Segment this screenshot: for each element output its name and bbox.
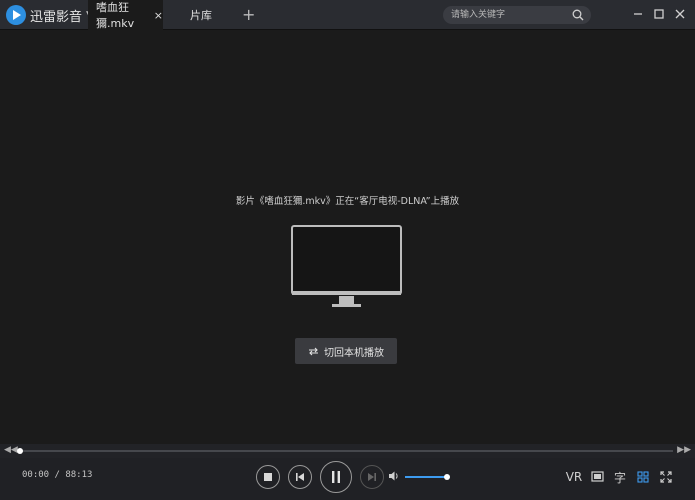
tab-current-video[interactable]: 嗜血狂獮.mkv × — [88, 0, 163, 30]
tab-label: 片库 — [190, 9, 212, 22]
control-bar: 00:00 / 88:13 VR 字 — [0, 458, 695, 500]
maximize-button[interactable] — [652, 7, 666, 21]
search-input[interactable] — [451, 8, 569, 22]
add-tab-button[interactable]: + — [242, 5, 255, 24]
title-bar: 迅雷影音 ▼ 嗜血狂獮.mkv × 片库 + — [0, 0, 695, 30]
fullscreen-button[interactable] — [659, 469, 673, 485]
screen-icon — [590, 471, 604, 482]
app-logo-icon — [6, 5, 26, 25]
skip-back-icon — [296, 473, 304, 481]
swap-icon — [309, 347, 318, 355]
grid-icon — [637, 471, 649, 483]
playlist-button[interactable] — [636, 469, 650, 485]
tab-label: 嗜血狂獮.mkv — [96, 1, 135, 30]
volume-handle[interactable] — [443, 474, 450, 480]
search-icon[interactable] — [572, 9, 584, 21]
tv-monitor-icon — [291, 225, 402, 307]
vr-mode-button[interactable]: VR — [565, 469, 583, 485]
app-name: 迅雷影音 — [30, 9, 83, 25]
pause-button[interactable] — [320, 461, 352, 493]
volume-fill — [405, 476, 447, 478]
progress-row: ◀◀ ▶▶ — [0, 444, 695, 458]
previous-button[interactable] — [288, 465, 312, 489]
search-box — [443, 6, 591, 24]
pause-icon — [332, 471, 340, 483]
switch-to-local-button[interactable]: 切回本机播放 — [295, 338, 397, 364]
app-menu-button[interactable]: 迅雷影音 ▼ — [6, 4, 93, 26]
minimize-button[interactable] — [631, 7, 645, 21]
close-button[interactable] — [673, 7, 687, 21]
fullscreen-icon — [660, 471, 672, 483]
stop-button[interactable] — [256, 465, 280, 489]
picture-in-picture-button[interactable] — [590, 469, 604, 485]
skip-forward-icon — [368, 473, 376, 481]
stop-icon — [264, 473, 272, 481]
subtitle-button[interactable]: 字 — [613, 469, 627, 485]
switch-label: 切回本机播放 — [324, 347, 384, 359]
cast-status-message: 影片《嗜血狂獮.mkv》正在“客厅电视-DLNA”上播放 — [235, 196, 460, 207]
seek-back-button[interactable]: ◀◀ — [4, 445, 18, 455]
progress-handle[interactable] — [17, 448, 23, 454]
time-display: 00:00 / 88:13 — [22, 470, 93, 480]
seek-forward-button[interactable]: ▶▶ — [677, 445, 691, 455]
tab-library[interactable]: 片库 — [190, 0, 212, 30]
close-icon[interactable]: × — [154, 9, 163, 22]
video-area[interactable]: 影片《嗜血狂獮.mkv》正在“客厅电视-DLNA”上播放 切回本机播放 — [0, 30, 695, 444]
volume-slider[interactable] — [405, 474, 450, 480]
progress-bar[interactable] — [17, 448, 673, 454]
volume-icon[interactable] — [388, 470, 400, 482]
next-button[interactable] — [360, 465, 384, 489]
